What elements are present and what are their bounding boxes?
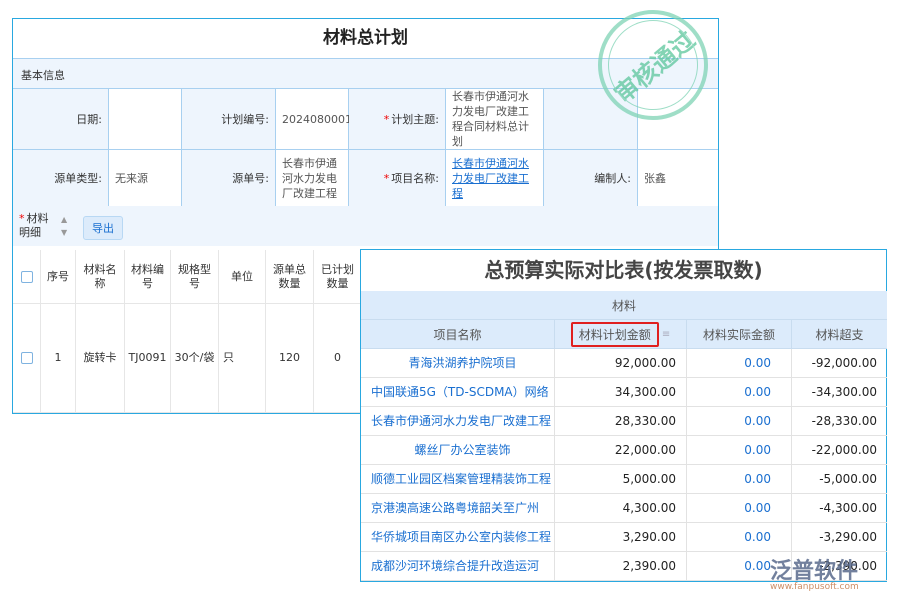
actual-amount[interactable]: 0.00 (687, 523, 792, 551)
project-name-link[interactable]: 长春市伊通河水力发电厂改建工程 (361, 407, 555, 435)
planned-amount: 5,000.00 (555, 465, 687, 493)
header-label: 源单总数量 (272, 263, 307, 291)
table-row: 京港澳高速公路粤境韶关至广州 4,300.00 0.00 -4,300.00 (361, 494, 887, 523)
group-header-material: 材料 (361, 291, 887, 320)
planned-amount: 92,000.00 (555, 349, 687, 377)
planned-amount: 2,390.00 (555, 552, 687, 580)
plan-no-label: 计划编号: (182, 89, 276, 150)
cell-value: 30个/袋 (175, 351, 215, 365)
table-row: 中国联通5G（TD-SCDMA）网络 34,300.00 0.00 -34,30… (361, 378, 887, 407)
table-header-cell: 源单总数量 (266, 250, 314, 304)
select-all-checkbox[interactable] (21, 271, 33, 283)
overspend: -4,300.00 (792, 494, 887, 522)
table-row: 螺丝厂办公室装饰 22,000.00 0.00 -22,000.00 (361, 436, 887, 465)
col-planned-amount[interactable]: 材料计划金额≡ (555, 320, 687, 349)
cell-value: 0 (334, 351, 341, 365)
project-link[interactable]: 长春市伊通河水力发电厂改建工程 (446, 150, 544, 207)
detail-label: *材料明细 (19, 212, 53, 240)
table-header-cell: 序号 (41, 250, 76, 304)
project-name-link[interactable]: 顺德工业园区档案管理精装饰工程 (361, 465, 555, 493)
table-row-cell: 30个/袋 (171, 304, 219, 413)
planned-amount: 28,330.00 (555, 407, 687, 435)
src-type-field[interactable]: 无来源 (109, 150, 182, 207)
cell-value: 120 (279, 351, 300, 365)
src-no-label: 源单号: (182, 150, 276, 207)
project-name-link[interactable]: 华侨城项目南区办公室内装修工程 (361, 523, 555, 551)
table-header-cell: 单位 (219, 250, 266, 304)
export-button[interactable]: 导出 (83, 216, 123, 240)
budget-comparison-table: 总预算实际对比表(按发票取数) 材料 项目名称 材料计划金额≡ 材料实际金额 材… (360, 249, 887, 582)
actual-amount[interactable]: 0.00 (687, 349, 792, 377)
table-row-cell: TJ0091 (125, 304, 171, 413)
actual-amount[interactable]: 0.00 (687, 407, 792, 435)
project-name-link[interactable]: 青海洪湖养护院项目 (361, 349, 555, 377)
overspend: -22,000.00 (792, 436, 887, 464)
table-row: 青海洪湖养护院项目 92,000.00 0.00 -92,000.00 (361, 349, 887, 378)
author-field[interactable]: 张鑫 (638, 150, 718, 207)
table-header-cell: 已计划数量 (314, 250, 362, 304)
cell-value: 旋转卡 (84, 351, 117, 365)
author-label: 编制人: (544, 150, 638, 207)
cell-value: 只 (223, 351, 234, 365)
overspend: -3,290.00 (792, 523, 887, 551)
table-row-cell: 120 (266, 304, 314, 413)
header-label: 已计划数量 (320, 263, 355, 291)
planned-amount: 3,290.00 (555, 523, 687, 551)
date-field[interactable] (109, 89, 182, 150)
planned-amount-highlight: 材料计划金额 (571, 322, 659, 347)
col-actual-amount[interactable]: 材料实际金额 (687, 320, 792, 349)
table-header-cell: 材料名称 (76, 250, 125, 304)
overspend: -5,000.00 (792, 465, 887, 493)
overspend: -92,000.00 (792, 349, 887, 377)
collapse-arrows-icon[interactable]: ▲▼ (61, 213, 67, 239)
project-name-link[interactable]: 成都沙河环境综合提升改造运河 (361, 552, 555, 580)
planned-amount: 4,300.00 (555, 494, 687, 522)
header-label: 材料名称 (82, 263, 118, 291)
overspend: -28,330.00 (792, 407, 887, 435)
project-label: *项目名称: (349, 150, 446, 207)
table-header-cell: 材料编号 (125, 250, 171, 304)
project-name-link[interactable]: 中国联通5G（TD-SCDMA）网络 (361, 378, 555, 406)
overspend: -34,300.00 (792, 378, 887, 406)
header-label: 规格型号 (177, 263, 212, 291)
actual-amount[interactable]: 0.00 (687, 465, 792, 493)
header-label: 材料编号 (131, 263, 164, 291)
planned-amount: 34,300.00 (555, 378, 687, 406)
project-name-link[interactable]: 螺丝厂办公室装饰 (361, 436, 555, 464)
table-row-cell: 1 (41, 304, 76, 413)
col-project-name[interactable]: 项目名称 (361, 320, 555, 349)
cell-value: TJ0091 (129, 351, 167, 365)
report-title: 总预算实际对比表(按发票取数) (361, 254, 886, 283)
actual-amount[interactable]: 0.00 (687, 436, 792, 464)
src-type-label: 源单类型: (13, 150, 109, 207)
date-label: 日期: (13, 89, 109, 150)
table-header-cell: 规格型号 (171, 250, 219, 304)
plan-no-field[interactable]: 2024080001 (276, 89, 349, 150)
table-header-cell[interactable] (13, 250, 41, 304)
subject-field[interactable]: 长春市伊通河水力发电厂改建工程合同材料总计划 (446, 89, 544, 150)
actual-amount[interactable]: 0.00 (687, 378, 792, 406)
table-row: 长春市伊通河水力发电厂改建工程 28,330.00 0.00 -28,330.0… (361, 407, 887, 436)
sort-icon[interactable]: ≡ (662, 329, 670, 340)
detail-toolbar: *材料明细 ▲▼ 导出 (13, 206, 718, 246)
row-checkbox[interactable] (21, 352, 33, 364)
subject-label: *计划主题: (349, 89, 446, 150)
src-no-field[interactable]: 长春市伊通河水力发电厂改建工程 (276, 150, 349, 207)
planned-amount: 22,000.00 (555, 436, 687, 464)
table-row-cell: 旋转卡 (76, 304, 125, 413)
fanpu-logo: 泛普软件www.fanpusoft.com (770, 553, 859, 592)
header-label: 序号 (47, 270, 69, 284)
cell-value: 1 (55, 351, 62, 365)
table-row-cell: 0 (314, 304, 362, 413)
actual-amount[interactable]: 0.00 (687, 494, 792, 522)
table-row: 顺德工业园区档案管理精装饰工程 5,000.00 0.00 -5,000.00 (361, 465, 887, 494)
project-name-link[interactable]: 京港澳高速公路粤境韶关至广州 (361, 494, 555, 522)
header-label: 单位 (231, 270, 253, 284)
table-row: 华侨城项目南区办公室内装修工程 3,290.00 0.00 -3,290.00 (361, 523, 887, 552)
table-row-cell: 只 (219, 304, 266, 413)
col-overspend[interactable]: 材料超支 (792, 320, 887, 349)
table-row-cell[interactable] (13, 304, 41, 413)
